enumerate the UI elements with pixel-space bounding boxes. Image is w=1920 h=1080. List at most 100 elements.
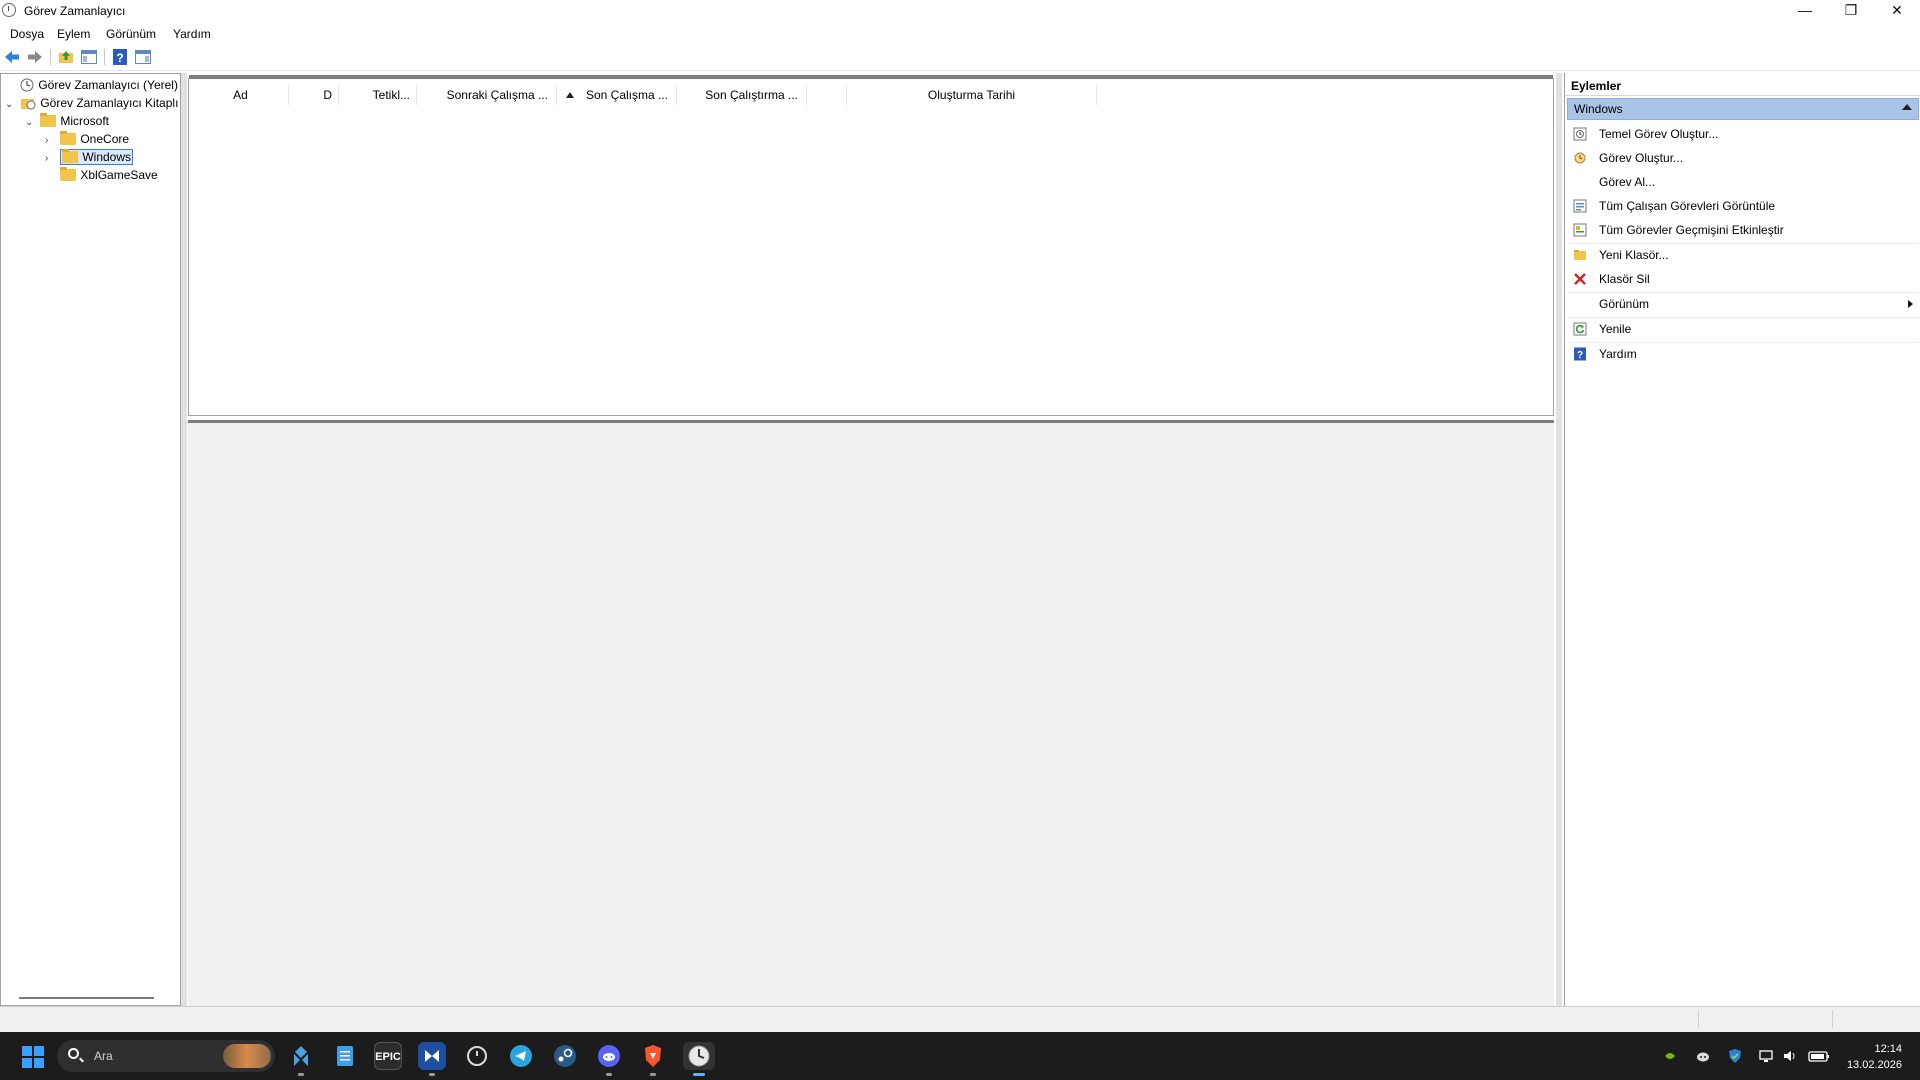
show-hide-action-pane-icon[interactable] (134, 48, 152, 66)
menu-gorunum[interactable]: Görünüm (106, 27, 156, 41)
active-indicator (693, 1073, 705, 1076)
running-indicator (606, 1073, 612, 1076)
maximize-button[interactable]: ❐ (1828, 0, 1874, 22)
forward-arrow-icon[interactable] (26, 48, 44, 66)
history-icon (1573, 223, 1587, 237)
tree-item-microsoft[interactable]: ⌄ Microsoft (25, 112, 109, 130)
sort-ascending-icon (566, 92, 574, 98)
folder-icon (62, 149, 79, 163)
security-shield-icon[interactable] (1727, 1048, 1743, 1064)
action-delete-folder[interactable]: Klasör Sil (1567, 267, 1919, 291)
back-arrow-icon[interactable] (3, 48, 21, 66)
status-bar (0, 1006, 1920, 1032)
column-header-name[interactable]: Ad (193, 85, 289, 105)
chevron-down-icon[interactable]: ⌄ (25, 114, 37, 132)
action-create-basic-task[interactable]: Temel Görev Oluştur... (1567, 122, 1919, 146)
epic-games-app-icon[interactable]: EPIC (374, 1042, 402, 1070)
tree-item-label: XblGameSave (80, 168, 158, 182)
action-label: Yenile (1599, 322, 1632, 336)
search-placeholder: Ara (94, 1049, 113, 1063)
action-help[interactable]: ? Yardım (1567, 342, 1919, 366)
action-label: Tüm Görevler Geçmişini Etkinleştir (1599, 223, 1784, 237)
tree-item-windows[interactable]: › Windows (45, 148, 134, 166)
list-icon (1573, 199, 1587, 213)
action-view[interactable]: Görünüm (1567, 292, 1919, 316)
tree-item-xblgamesave[interactable]: XblGameSave (45, 166, 158, 184)
svg-text:?: ? (1577, 350, 1583, 361)
telegram-app-icon[interactable] (507, 1042, 535, 1070)
folder-icon (60, 167, 77, 181)
menu-eylem[interactable]: Eylem (57, 27, 90, 41)
notepad-app-icon[interactable] (331, 1042, 359, 1070)
action-display-running-tasks[interactable]: Tüm Çalışan Görevleri Görüntüle (1567, 194, 1919, 218)
column-header-last-run[interactable]: Son Çalışma ... (557, 85, 677, 105)
tree-item-onecore[interactable]: › OneCore (45, 130, 129, 148)
action-create-task[interactable]: Görev Oluştur... (1567, 146, 1919, 170)
timer-app-icon[interactable] (463, 1042, 491, 1070)
column-header-created[interactable]: Oluşturma Tarihi (847, 85, 1097, 105)
help-icon[interactable]: ? (111, 48, 129, 66)
action-refresh[interactable]: Yenile (1567, 317, 1919, 341)
nvidia-tray-icon[interactable] (1662, 1048, 1678, 1064)
divider (1565, 95, 1920, 96)
steam-app-icon[interactable] (551, 1042, 579, 1070)
action-label: Yardım (1599, 347, 1637, 361)
media-app-icon[interactable] (418, 1042, 446, 1076)
battery-icon[interactable] (1808, 1048, 1830, 1064)
task-scheduler-app-icon[interactable] (683, 1042, 715, 1076)
running-indicator (429, 1073, 435, 1076)
action-label: Yeni Klasör... (1599, 248, 1669, 262)
action-label: Görünüm (1599, 297, 1650, 311)
menu-dosya[interactable]: Dosya (10, 27, 44, 41)
svg-text:?: ? (116, 51, 123, 65)
tree-item-library[interactable]: ⌄ Görev Zamanlayıcı Kitaplı (5, 94, 178, 112)
minimize-button[interactable]: — (1782, 0, 1828, 22)
clock-icon (20, 78, 34, 92)
action-label: Temel Görev Oluştur... (1599, 127, 1719, 141)
actions-pane: Eylemler Windows Temel Görev Oluştur... … (1564, 73, 1920, 1006)
volume-icon[interactable] (1782, 1048, 1798, 1064)
action-enable-history[interactable]: Tüm Görevler Geçmişini Etkinleştir (1567, 218, 1919, 242)
tree-item-root[interactable]: Görev Zamanlayıcı (Yerel) (5, 76, 178, 94)
tree-item-label: Görev Zamanlayıcı (Yerel) (38, 78, 178, 92)
action-import-task[interactable]: Görev Al... (1567, 170, 1919, 194)
chevron-right-icon (1908, 300, 1913, 308)
system-clock[interactable]: 12:14 13.02.2026 (1847, 1041, 1902, 1073)
collapse-icon[interactable] (1902, 104, 1912, 110)
column-header-author[interactable] (807, 85, 847, 105)
title-bar: Görev Zamanlayıcı — ❐ ✕ (0, 0, 1920, 22)
left-splitter[interactable] (181, 73, 187, 1006)
status-divider (1832, 1010, 1833, 1028)
action-new-folder[interactable]: Yeni Klasör... (1567, 243, 1919, 267)
show-hide-tree-icon[interactable] (80, 48, 98, 66)
up-folder-icon[interactable] (57, 48, 75, 66)
taskbar-search[interactable]: Ara (57, 1040, 275, 1072)
windows-start-icon[interactable] (22, 1046, 44, 1068)
menu-bar: Dosya Eylem Görünüm Yardım (0, 22, 1920, 44)
column-header-status[interactable]: D (289, 85, 339, 105)
close-button[interactable]: ✕ (1874, 0, 1920, 22)
actions-section-windows[interactable]: Windows (1567, 98, 1919, 120)
action-label: Klasör Sil (1599, 272, 1650, 286)
section-title: Windows (1574, 102, 1623, 116)
brave-app-icon[interactable] (639, 1042, 667, 1076)
taskbar: Ara EPIC 12:14 13.02.2026 (0, 1032, 1920, 1080)
discord-app-icon[interactable] (595, 1042, 623, 1076)
horizontal-scrollbar[interactable] (19, 997, 154, 999)
column-header-triggers[interactable]: Tetikl... (339, 85, 417, 105)
network-icon[interactable] (1758, 1048, 1774, 1064)
refresh-icon (1573, 322, 1587, 336)
menu-yardim[interactable]: Yardım (173, 27, 211, 41)
clock-date: 13.02.2026 (1846, 1059, 1902, 1071)
discord-tray-icon[interactable] (1695, 1048, 1711, 1064)
column-header-next-run[interactable]: Sonraki Çalışma ... (417, 85, 557, 105)
right-splitter[interactable] (1556, 73, 1562, 1006)
delete-icon (1574, 273, 1586, 285)
selected-node[interactable]: Windows (60, 149, 134, 165)
kodi-app-icon[interactable] (287, 1042, 315, 1076)
task-list: Ad D Tetikl... Sonraki Çalışma ... Son Ç… (188, 75, 1554, 416)
tree-item-label: Görev Zamanlayıcı Kitaplı (40, 96, 179, 110)
running-indicator (650, 1073, 656, 1076)
column-header-last-result[interactable]: Son Çalıştırma ... (677, 85, 807, 105)
chevron-down-icon[interactable]: ⌄ (5, 96, 17, 114)
